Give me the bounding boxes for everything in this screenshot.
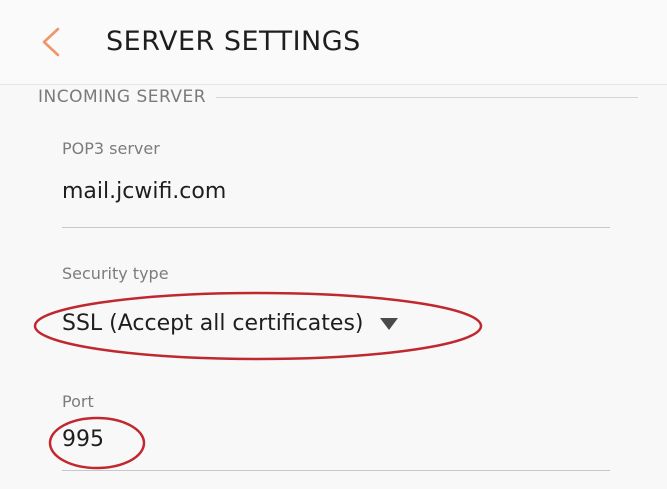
security-type-value: SSL (Accept all certificates)	[62, 311, 364, 336]
dropdown-triangle-icon	[379, 318, 398, 330]
security-type-select[interactable]: SSL (Accept all certificates)	[62, 310, 400, 338]
section-header: INCOMING SERVER	[38, 84, 638, 110]
port-input[interactable]: 995	[62, 426, 104, 454]
server-input[interactable]: mail.jcwifi.com	[62, 178, 226, 206]
port-label: Port	[62, 392, 94, 411]
page-title: SERVER SETTINGS	[106, 26, 361, 57]
server-label: POP3 server	[62, 139, 160, 158]
back-chevron-icon[interactable]	[38, 26, 64, 58]
port-input-underline	[62, 470, 610, 471]
section-title: INCOMING SERVER	[38, 87, 207, 107]
app-header: SERVER SETTINGS	[0, 0, 667, 85]
section-divider	[216, 96, 638, 98]
security-type-label: Security type	[62, 264, 169, 283]
server-input-underline	[62, 227, 610, 228]
